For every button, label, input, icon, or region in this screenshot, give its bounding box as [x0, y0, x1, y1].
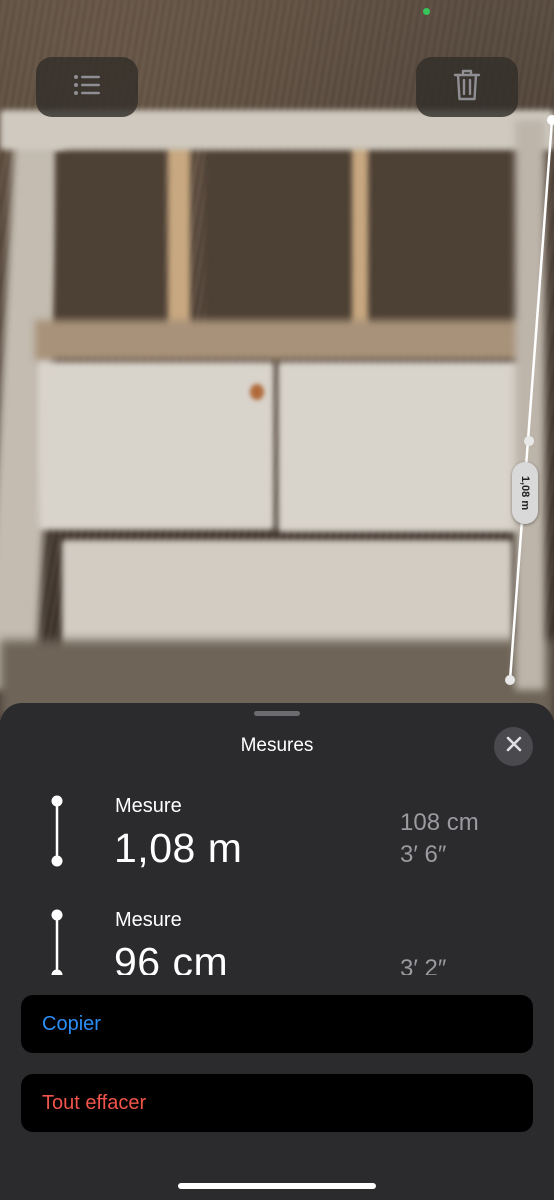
close-icon: [506, 736, 522, 757]
ar-measurement-label[interactable]: 1,08 m: [512, 462, 538, 524]
home-indicator[interactable]: [178, 1183, 376, 1189]
measurement-alt-imperial: 3′ 2″: [400, 955, 447, 975]
list-icon: [72, 73, 102, 102]
measurements-list[interactable]: Mesure 1,08 m 108 cm 3′ 6″ Mesure 96 cm …: [0, 781, 554, 975]
copy-button[interactable]: Copier: [21, 995, 533, 1053]
list-item[interactable]: Mesure 1,08 m 108 cm 3′ 6″: [0, 781, 554, 891]
measurements-sheet: Mesures Mesure 1,08 m 108 cm 3′ 6″ Mesur…: [0, 703, 554, 1200]
measurement-alt-metric: 108 cm: [400, 809, 479, 836]
measure-line-icon: [46, 791, 68, 876]
clear-all-button-label: Tout effacer: [42, 1091, 147, 1114]
measurement-label: Mesure: [115, 909, 182, 931]
measure-line-icon: [46, 905, 68, 975]
measurement-value: 1,08 m: [114, 825, 243, 871]
clear-all-button[interactable]: Tout effacer: [21, 1074, 533, 1132]
measurements-list-button[interactable]: [36, 57, 138, 117]
list-item[interactable]: Mesure 96 cm 3′ 2″: [0, 895, 554, 975]
measurement-value: 96 cm: [114, 939, 229, 975]
copy-button-label: Copier: [42, 1012, 101, 1035]
sheet-grabber[interactable]: [254, 711, 300, 716]
camera-indicator-dot: [423, 8, 430, 15]
sheet-title: Mesures: [240, 735, 314, 756]
ar-measurement-text: 1,08 m: [519, 475, 531, 511]
measurement-alt-imperial: 3′ 6″: [400, 841, 447, 868]
delete-button[interactable]: [416, 57, 518, 117]
trash-icon: [453, 68, 481, 107]
measurement-label: Mesure: [115, 795, 182, 817]
close-button[interactable]: [494, 727, 533, 766]
